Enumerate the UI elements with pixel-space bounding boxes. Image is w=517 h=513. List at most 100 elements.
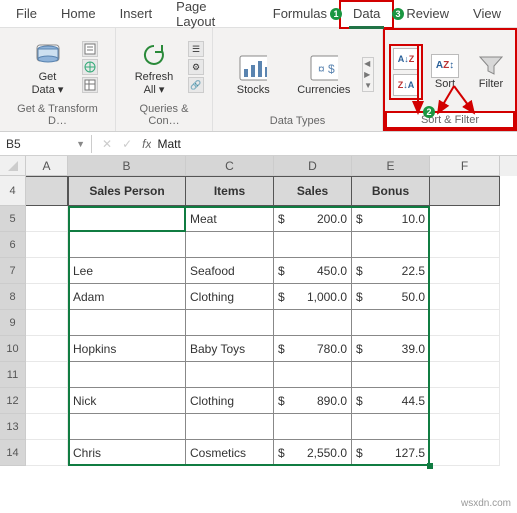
cell-F7[interactable] <box>430 258 500 284</box>
from-text-csv-icon[interactable] <box>82 41 98 57</box>
cell-B10[interactable]: Hopkins <box>68 336 186 362</box>
stocks-button[interactable]: Stocks <box>221 54 286 96</box>
cell-D10[interactable]: $780.0 <box>274 336 352 362</box>
from-web-icon[interactable] <box>82 59 98 75</box>
cell-D7[interactable]: $450.0 <box>274 258 352 284</box>
tab-review[interactable]: Review <box>394 2 461 27</box>
cell-F6[interactable] <box>430 232 500 258</box>
cell-C5[interactable]: Meat <box>186 206 274 232</box>
formula-input[interactable] <box>151 137 312 151</box>
tab-insert[interactable]: Insert <box>108 2 165 27</box>
header-sales-person[interactable]: Sales Person <box>68 176 186 206</box>
header-bonus[interactable]: Bonus <box>352 176 430 206</box>
col-header-f[interactable]: F <box>430 156 500 176</box>
cell-B9[interactable] <box>68 310 186 336</box>
row-header-13[interactable]: 13 <box>0 414 26 440</box>
row-header-9[interactable]: 9 <box>0 310 26 336</box>
enter-formula-icon[interactable]: ✓ <box>122 137 132 151</box>
cell-A7[interactable] <box>26 258 68 284</box>
datatypes-prev-icon[interactable]: ◀ <box>364 59 372 68</box>
cell-E7[interactable]: $22.5 <box>352 258 430 284</box>
cell-C7[interactable]: Seafood <box>186 258 274 284</box>
refresh-all-button[interactable]: Refresh All ▾ <box>124 41 184 96</box>
cell-B12[interactable]: Nick <box>68 388 186 414</box>
currencies-button[interactable]: ¤$ Currencies <box>292 54 357 96</box>
col-header-b[interactable]: B <box>68 156 186 176</box>
tab-formulas[interactable]: Formulas <box>261 2 339 27</box>
cell-A13[interactable] <box>26 414 68 440</box>
cell-B8[interactable]: Adam <box>68 284 186 310</box>
cell-E14[interactable]: $127.5 <box>352 440 430 466</box>
col-header-c[interactable]: C <box>186 156 274 176</box>
col-header-a[interactable]: A <box>26 156 68 176</box>
cell-F9[interactable] <box>430 310 500 336</box>
datatypes-next-icon[interactable]: ▶ <box>364 70 372 79</box>
row-header-6[interactable]: 6 <box>0 232 26 258</box>
cell-A12[interactable] <box>26 388 68 414</box>
cell-A8[interactable] <box>26 284 68 310</box>
cell-C8[interactable]: Clothing <box>186 284 274 310</box>
name-box-dropdown-icon[interactable]: ▼ <box>76 139 85 149</box>
cell-B6[interactable] <box>68 232 186 258</box>
cell-D14[interactable]: $2,550.0 <box>274 440 352 466</box>
select-all-corner[interactable] <box>0 156 26 176</box>
row-header-14[interactable]: 14 <box>0 440 26 466</box>
cell-D12[interactable]: $890.0 <box>274 388 352 414</box>
cell-F8[interactable] <box>430 284 500 310</box>
cell-D11[interactable] <box>274 362 352 388</box>
cell-B11[interactable] <box>68 362 186 388</box>
cell-F13[interactable] <box>430 414 500 440</box>
row-header-8[interactable]: 8 <box>0 284 26 310</box>
sort-az-button[interactable]: A↓Z <box>393 48 419 70</box>
name-box[interactable]: B5 ▼ <box>0 135 92 153</box>
col-header-e[interactable]: E <box>352 156 430 176</box>
cell-B5[interactable]: Matt <box>68 206 186 232</box>
cells-area[interactable]: Sales Person Items Sales Bonus MattMeat$… <box>26 176 517 466</box>
cell-B14[interactable]: Chris <box>68 440 186 466</box>
cell-A5[interactable] <box>26 206 68 232</box>
tab-file[interactable]: File <box>4 2 49 27</box>
datatypes-more-icon[interactable]: ▼ <box>364 81 372 90</box>
cell-E10[interactable]: $39.0 <box>352 336 430 362</box>
cancel-formula-icon[interactable]: ✕ <box>102 137 112 151</box>
cell-C11[interactable] <box>186 362 274 388</box>
from-table-icon[interactable] <box>82 77 98 93</box>
cell-D8[interactable]: $1,000.0 <box>274 284 352 310</box>
cell-C14[interactable]: Cosmetics <box>186 440 274 466</box>
cell-F14[interactable] <box>430 440 500 466</box>
edit-links-icon[interactable]: 🔗 <box>188 77 204 93</box>
cell-A10[interactable] <box>26 336 68 362</box>
row-header-11[interactable]: 11 <box>0 362 26 388</box>
fx-icon[interactable]: fx <box>142 137 151 151</box>
cell-C9[interactable] <box>186 310 274 336</box>
cell-A9[interactable] <box>26 310 68 336</box>
cell-A6[interactable] <box>26 232 68 258</box>
cell-D9[interactable] <box>274 310 352 336</box>
get-data-button[interactable]: Get Data ▾ <box>18 41 78 96</box>
cell-E5[interactable]: $10.0 <box>352 206 430 232</box>
tab-home[interactable]: Home <box>49 2 108 27</box>
cell-C13[interactable] <box>186 414 274 440</box>
row-header-10[interactable]: 10 <box>0 336 26 362</box>
filter-button[interactable]: Filter <box>471 54 511 90</box>
cell-D5[interactable]: $200.0 <box>274 206 352 232</box>
properties-icon[interactable]: ⚙ <box>188 59 204 75</box>
cell-C6[interactable] <box>186 232 274 258</box>
cell-F5[interactable] <box>430 206 500 232</box>
cell-E6[interactable] <box>352 232 430 258</box>
cell-B7[interactable]: Lee <box>68 258 186 284</box>
col-header-d[interactable]: D <box>274 156 352 176</box>
cell-E9[interactable] <box>352 310 430 336</box>
queries-icon[interactable]: ☰ <box>188 41 204 57</box>
tab-page-layout[interactable]: Page Layout <box>164 0 261 35</box>
cell-F4[interactable] <box>430 176 500 206</box>
cell-F11[interactable] <box>430 362 500 388</box>
tab-data[interactable]: Data <box>339 0 394 29</box>
sort-button[interactable]: AZ↕ Sort <box>427 54 463 90</box>
cell-E11[interactable] <box>352 362 430 388</box>
header-items[interactable]: Items <box>186 176 274 206</box>
row-header-7[interactable]: 7 <box>0 258 26 284</box>
cell-F10[interactable] <box>430 336 500 362</box>
cell-A4[interactable] <box>26 176 68 206</box>
tab-view[interactable]: View <box>461 2 513 27</box>
